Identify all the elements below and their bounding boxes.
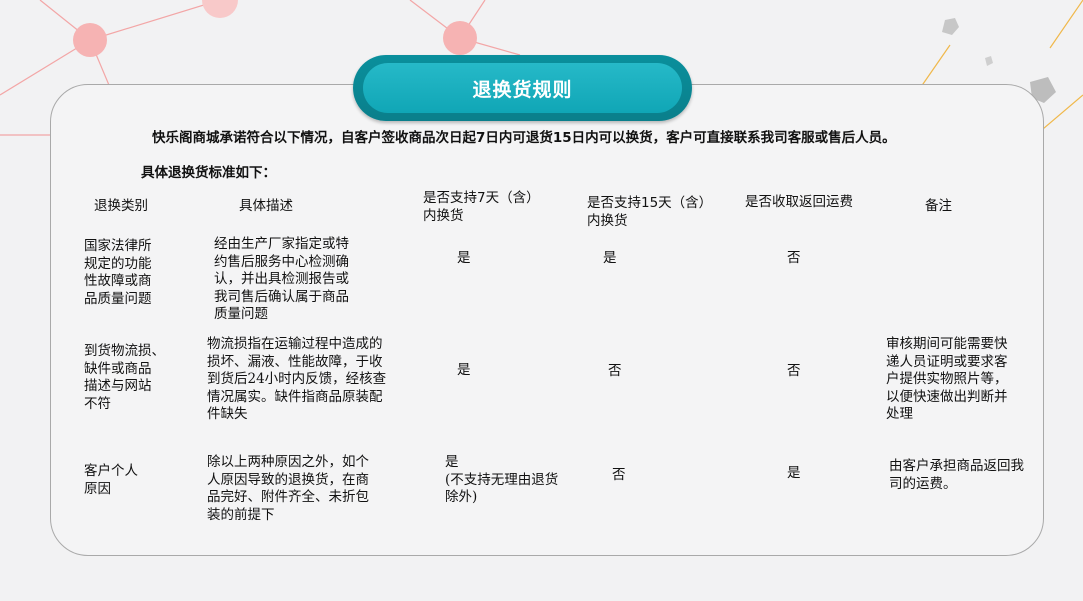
- row2-category: 到货物流损、 缺件或商品 描述与网站 不符: [84, 343, 165, 412]
- subheading: 具体退换货标准如下：: [141, 165, 276, 181]
- row2-notes: 审核期间可能需要快 递人员证明或要求客 户提供实物照片等， 以便快速做出判断并 …: [886, 336, 1008, 422]
- row3-shipping-fee: 是: [787, 465, 801, 481]
- header-notes: 备注: [925, 198, 952, 214]
- header-category: 退换类别: [94, 198, 148, 214]
- row3-notes: 由客户承担商品返回我 司的运费。: [889, 458, 1024, 492]
- row3-description: 除以上两种原因之外，如个 人原因导致的退换货，在商 品完好、附件齐全、未折包 装…: [207, 454, 369, 523]
- row1-shipping-fee: 否: [787, 250, 801, 266]
- row3-category: 客户个人 原因: [84, 463, 138, 497]
- row1-description: 经由生产厂家指定或特 约售后服务中心检测确 认，并出具检测报告或 我司售后确认属…: [214, 236, 349, 322]
- row1-7day: 是: [457, 250, 471, 266]
- header-description: 具体描述: [239, 198, 293, 214]
- row2-shipping-fee: 否: [787, 363, 801, 379]
- title-banner: 退换货规则: [353, 55, 692, 121]
- row2-description: 物流损指在运输过程中造成的 损坏、漏液、性能故障，于收 到货后24小时内反馈，经…: [207, 336, 387, 422]
- row3-7day: 是 (不支持无理由退货 除外): [445, 454, 559, 505]
- row2-7day: 是: [457, 362, 471, 378]
- intro-text: 快乐阁商城承诺符合以下情况，自客户签收商品次日起7日内可退货15日内可以换货，客…: [152, 130, 896, 146]
- row1-category: 国家法律所 规定的功能 性故障或商 品质量问题: [84, 238, 152, 307]
- row3-15day: 否: [612, 467, 626, 483]
- page-title: 退换货规则: [363, 63, 682, 113]
- header-shipping-fee: 是否收取返回运费: [745, 194, 853, 210]
- row1-15day: 是: [603, 250, 617, 266]
- row2-15day: 否: [608, 363, 622, 379]
- header-15day: 是否支持15天（含） 内换货: [587, 195, 713, 229]
- header-7day: 是否支持7天（含） 内换货: [423, 190, 540, 224]
